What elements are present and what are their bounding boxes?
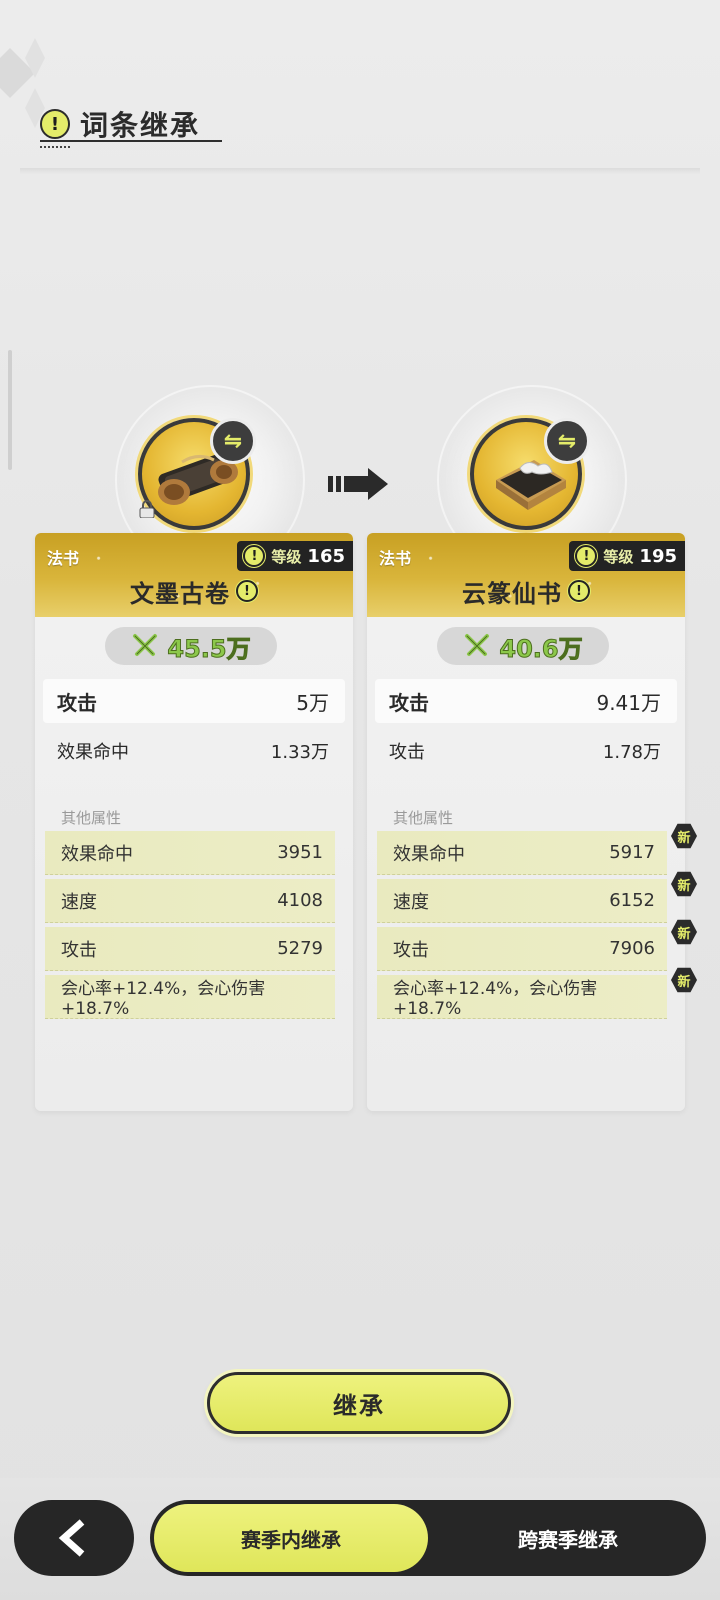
crossed-swords-icon xyxy=(465,634,490,656)
title-underline xyxy=(40,140,222,142)
target-item-card: 法书 ! 等级 195 云篆仙书 ! 40.6万 攻击 9.41万 攻击 1.7… xyxy=(367,533,697,1111)
info-icon[interactable]: ! xyxy=(40,109,70,139)
stat-value: 1.33万 xyxy=(270,742,329,763)
stat-label: 会心率+12.4%，会心伤害+18.7% xyxy=(61,979,266,1019)
extra-stat-row: 效果命中 3951 xyxy=(45,831,335,875)
item-name: 云篆仙书 xyxy=(462,579,562,608)
stat-value: 5917 xyxy=(609,842,655,863)
stat-value: 1.78万 xyxy=(602,742,661,763)
source-item-card: 法书 ! 等级 165 文墨古卷 ! 45.5万 攻击 5万 效果命中 1.33… xyxy=(35,533,353,1111)
level-value: 165 xyxy=(307,545,345,567)
inherit-mode-tabs: 赛季内继承 跨赛季继承 xyxy=(150,1500,706,1576)
stat-value: 5万 xyxy=(296,690,329,715)
level-label: 等级 xyxy=(603,547,634,566)
stat-label: 速度 xyxy=(393,891,429,913)
other-attributes-label: 其他属性 xyxy=(61,809,122,827)
back-button[interactable] xyxy=(14,1500,134,1576)
tab-in-season[interactable]: 赛季内继承 xyxy=(154,1504,428,1572)
level-badge: ! 等级 195 xyxy=(569,541,685,571)
main-stat-row: 攻击 9.41万 xyxy=(375,679,677,723)
arrow-right-icon xyxy=(328,468,388,500)
extra-stat-row: 会心率+12.4%，会心伤害+18.7% 新 xyxy=(377,967,697,1019)
lock-icon xyxy=(139,500,155,518)
inherit-button[interactable]: 继承 xyxy=(207,1372,511,1434)
stat-label: 效果命中 xyxy=(393,843,465,865)
extra-stat-row: 速度 4108 xyxy=(45,879,335,923)
card-header: 法书 ! 等级 165 文墨古卷 ! xyxy=(35,533,353,617)
new-badge: 新 xyxy=(671,871,697,897)
power-pill: 40.6万 xyxy=(437,627,609,665)
level-label: 等级 xyxy=(271,547,302,566)
scroll-indicator[interactable] xyxy=(8,350,12,470)
info-icon[interactable]: ! xyxy=(243,545,266,567)
other-attributes-label: 其他属性 xyxy=(393,809,454,827)
stat-label: 攻击 xyxy=(57,690,97,715)
info-icon[interactable]: ! xyxy=(575,545,598,567)
stat-value: 9.41万 xyxy=(596,690,661,715)
level-value: 195 xyxy=(639,545,677,567)
main-stat-row: 效果命中 1.33万 xyxy=(43,729,345,773)
stat-value: 6152 xyxy=(609,890,655,911)
item-type-label: 法书 xyxy=(379,549,412,568)
main-stat-row: 攻击 5万 xyxy=(43,679,345,723)
new-badge: 新 xyxy=(671,823,697,849)
header-divider xyxy=(20,168,700,174)
stat-value: 3951 xyxy=(277,842,323,863)
info-icon[interactable]: ! xyxy=(236,580,258,602)
chevron-left-icon xyxy=(58,1519,85,1557)
main-stat-row: 攻击 1.78万 xyxy=(375,729,677,773)
stat-label: 效果命中 xyxy=(61,843,133,865)
extra-stat-row: 会心率+12.4%，会心伤害+18.7% xyxy=(45,975,335,1019)
stat-label: 会心率+12.4%，会心伤害+18.7% xyxy=(393,979,598,1019)
stat-label: 速度 xyxy=(61,891,97,913)
power-value: 40.6万 xyxy=(499,634,583,663)
info-icon[interactable]: ! xyxy=(568,580,590,602)
extra-stat-row: 速度 6152 新 xyxy=(377,871,697,923)
stat-value: 7906 xyxy=(609,938,655,959)
power-value: 45.5万 xyxy=(167,634,251,663)
level-badge: ! 等级 165 xyxy=(237,541,353,571)
stat-value: 4108 xyxy=(277,890,323,911)
stat-label: 攻击 xyxy=(389,742,425,763)
item-name-row: 云篆仙书 ! xyxy=(367,573,685,609)
title-dots xyxy=(40,146,70,148)
new-badge: 新 xyxy=(671,967,697,993)
crossed-swords-icon xyxy=(133,634,158,656)
power-pill: 45.5万 xyxy=(105,627,277,665)
item-type-label: 法书 xyxy=(47,549,80,568)
tab-cross-season[interactable]: 跨赛季继承 xyxy=(440,1500,696,1576)
page-title: 词条继承 xyxy=(80,109,201,142)
stat-label: 攻击 xyxy=(61,939,97,961)
stat-value: 5279 xyxy=(277,938,323,959)
item-name-row: 文墨古卷 ! xyxy=(35,573,353,609)
card-header: 法书 ! 等级 195 云篆仙书 ! xyxy=(367,533,685,617)
stat-label: 攻击 xyxy=(393,939,429,961)
stat-label: 攻击 xyxy=(389,690,429,715)
new-badge: 新 xyxy=(671,919,697,945)
extra-stat-row: 攻击 5279 xyxy=(45,927,335,971)
extra-stat-row: 攻击 7906 新 xyxy=(377,919,697,971)
extra-stat-row: 效果命中 5917 新 xyxy=(377,823,697,875)
stat-label: 效果命中 xyxy=(57,742,129,763)
swap-icon[interactable]: ⇋ xyxy=(210,418,256,464)
item-name: 文墨古卷 xyxy=(130,579,230,608)
swap-icon[interactable]: ⇋ xyxy=(544,418,590,464)
